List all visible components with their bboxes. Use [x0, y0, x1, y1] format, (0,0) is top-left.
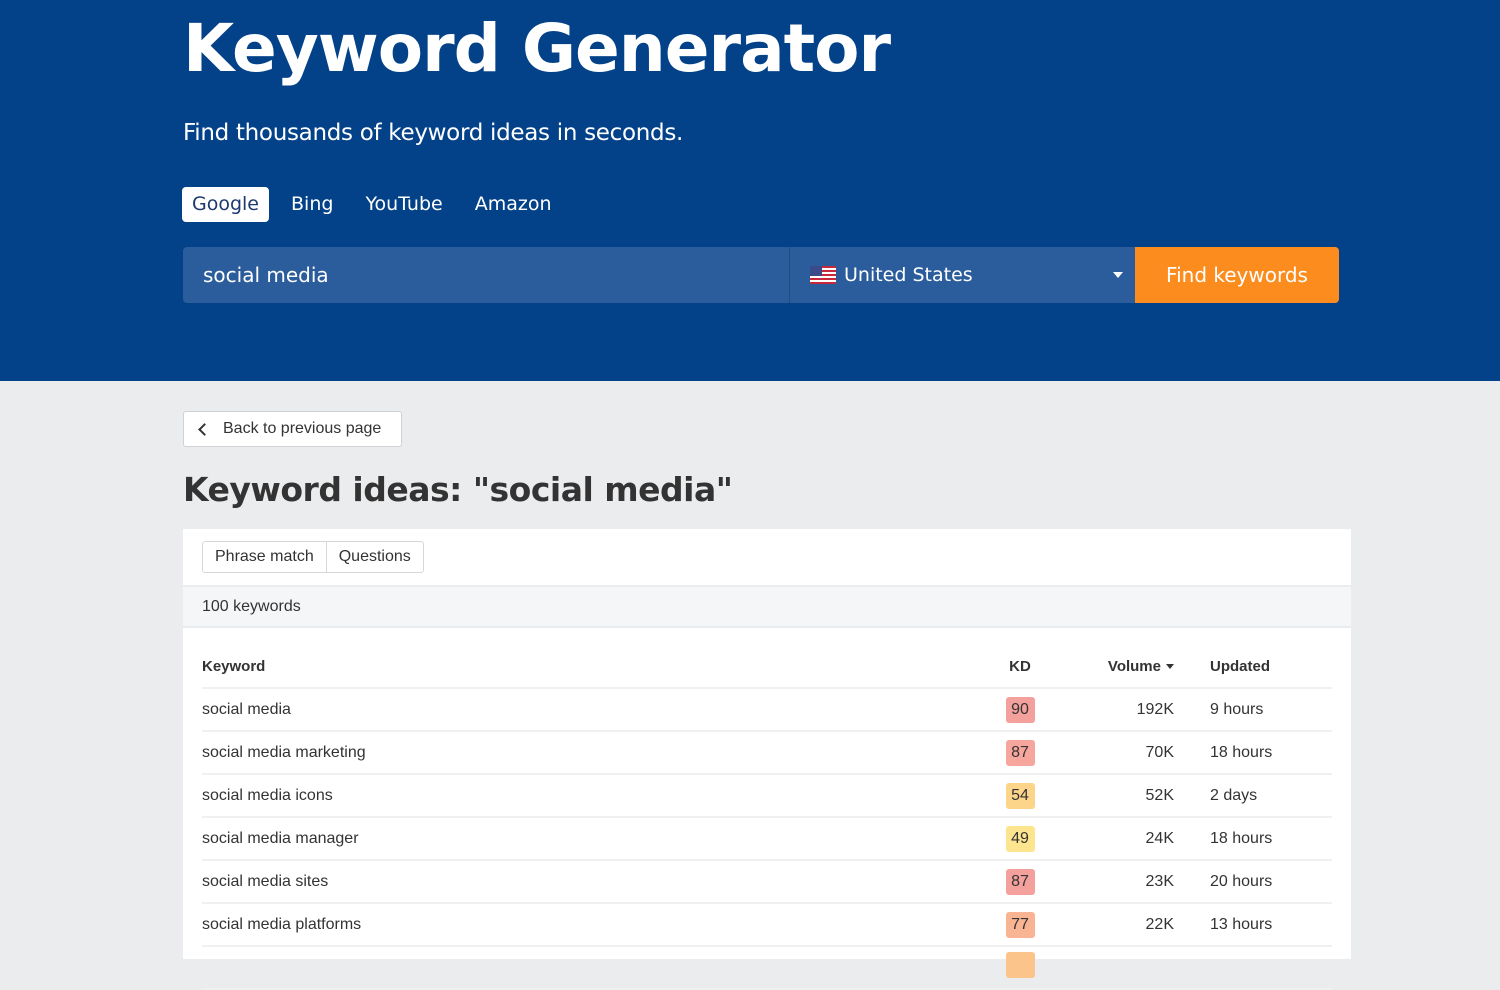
table-row: social media 90 192K 9 hours: [202, 688, 1332, 732]
table-header-row: Keyword KD Volume Updated: [202, 645, 1332, 689]
sort-desc-icon: [1166, 664, 1174, 670]
updated-cell: 18 hours: [1174, 817, 1332, 861]
volume-cell: 22K: [1050, 903, 1174, 947]
tab-youtube[interactable]: YouTube: [355, 187, 452, 222]
keyword-cell[interactable]: social media platforms: [202, 903, 990, 947]
search-form: United States Find keywords: [183, 247, 1339, 303]
volume-cell: 23K: [1050, 860, 1174, 904]
volume-cell: 192K: [1050, 688, 1174, 732]
kd-badge: 87: [1005, 739, 1035, 766]
tab-google[interactable]: Google: [182, 187, 270, 222]
updated-cell: 13 hours: [1174, 903, 1332, 947]
find-keywords-button[interactable]: Find keywords: [1135, 247, 1339, 303]
back-button[interactable]: Back to previous page: [183, 411, 402, 447]
column-updated[interactable]: Updated: [1174, 645, 1332, 689]
kd-cell: 49: [990, 817, 1050, 861]
updated-cell: 20 hours: [1174, 860, 1332, 904]
keyword-cell[interactable]: social media marketing: [202, 731, 990, 775]
kd-cell: 77: [990, 903, 1050, 947]
keyword-search-input[interactable]: [183, 247, 789, 303]
results-card: Phrase match Questions 100 keywords Keyw…: [183, 529, 1351, 990]
volume-cell: 70K: [1050, 731, 1174, 775]
kd-badge: 49: [1005, 825, 1035, 852]
tab-questions[interactable]: Questions: [325, 542, 423, 572]
kd-badge: 54: [1005, 782, 1035, 809]
keywords-table: Keyword KD Volume Updated social media 90…: [202, 645, 1332, 990]
table-row: social media icons 54 52K 2 days: [202, 774, 1332, 818]
country-select[interactable]: United States: [789, 247, 1135, 303]
updated-cell: 9 hours: [1174, 688, 1332, 732]
kd-badge: 90: [1005, 696, 1035, 723]
table-row: social media platforms 77 22K 13 hours: [202, 903, 1332, 947]
tab-phrase-match[interactable]: Phrase match: [203, 542, 326, 572]
search-engine-tabs: Google Bing YouTube Amazon: [182, 187, 574, 222]
kd-cell: 90: [990, 688, 1050, 732]
kd-badge: 77: [1005, 911, 1035, 938]
keyword-cell[interactable]: social media sites: [202, 860, 990, 904]
volume-cell: 52K: [1050, 774, 1174, 818]
volume-cell: 24K: [1050, 817, 1174, 861]
updated-cell: 18 hours: [1174, 731, 1332, 775]
hero-header: Keyword Generator Find thousands of keyw…: [0, 0, 1500, 381]
tab-bing[interactable]: Bing: [281, 187, 343, 222]
country-label: United States: [844, 264, 973, 286]
column-volume[interactable]: Volume: [1050, 645, 1174, 689]
kd-badge: 87: [1005, 868, 1035, 895]
back-button-label: Back to previous page: [223, 420, 382, 437]
column-volume-label: Volume: [1107, 657, 1161, 675]
match-type-tabs: Phrase match Questions: [202, 541, 424, 573]
table-row-partial: [202, 946, 1332, 990]
column-keyword[interactable]: Keyword: [202, 645, 990, 689]
table-row: social media marketing 87 70K 18 hours: [202, 731, 1332, 775]
keyword-count: 100 keywords: [183, 585, 1351, 628]
kd-cell: 54: [990, 774, 1050, 818]
kd-cell: 87: [990, 860, 1050, 904]
table-row: social media manager 49 24K 18 hours: [202, 817, 1332, 861]
page-title: Keyword Generator: [183, 10, 891, 87]
tab-amazon[interactable]: Amazon: [465, 187, 562, 222]
kd-cell: 87: [990, 731, 1050, 775]
chevron-down-icon: [1113, 272, 1123, 278]
keyword-cell[interactable]: social media: [202, 688, 990, 732]
kd-badge: [1005, 952, 1035, 978]
table-row: social media sites 87 23K 20 hours: [202, 860, 1332, 904]
updated-cell: 2 days: [1174, 774, 1332, 818]
keyword-cell[interactable]: social media icons: [202, 774, 990, 818]
keyword-cell[interactable]: social media manager: [202, 817, 990, 861]
us-flag-icon: [810, 266, 836, 284]
chevron-left-icon: [198, 422, 211, 436]
page-subtitle: Find thousands of keyword ideas in secon…: [183, 120, 684, 146]
column-kd[interactable]: KD: [990, 645, 1050, 689]
results-title: Keyword ideas: "social media": [183, 470, 733, 509]
